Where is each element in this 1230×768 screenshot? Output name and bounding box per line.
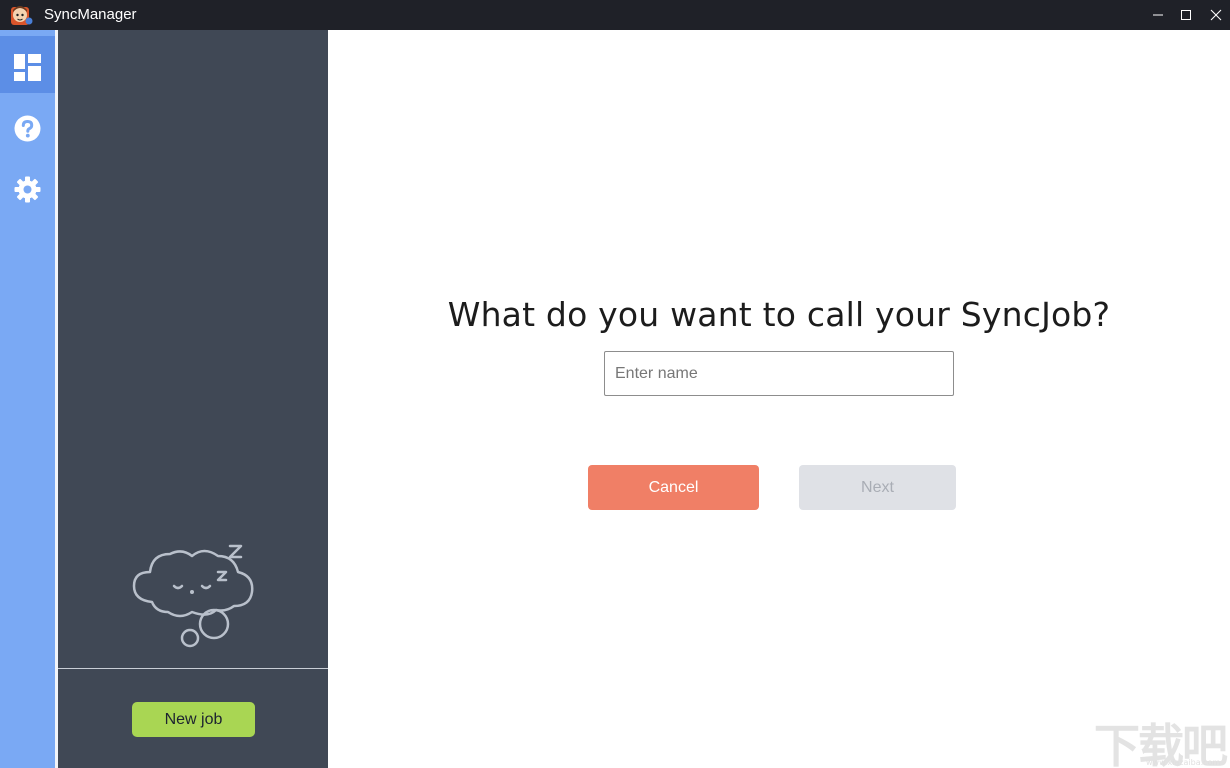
close-button[interactable]: [1193, 0, 1230, 30]
new-job-button[interactable]: New job: [132, 702, 255, 737]
dashboard-icon: [14, 54, 41, 81]
maximize-icon: [1181, 10, 1191, 20]
watermark-url: www.xiazaiba.com: [1146, 758, 1221, 767]
rail-item-help[interactable]: [0, 97, 55, 159]
rail-item-settings[interactable]: [0, 158, 55, 220]
app-avatar-icon: [9, 4, 33, 26]
job-name-input[interactable]: [604, 351, 954, 396]
cancel-button[interactable]: Cancel: [588, 465, 759, 510]
help-icon: [14, 115, 41, 142]
app-title: SyncManager: [44, 6, 137, 23]
job-name-prompt: What do you want to call your SyncJob?: [447, 295, 1111, 334]
title-bar: SyncManager: [0, 0, 1230, 30]
settings-icon: [14, 176, 41, 203]
next-button[interactable]: Next: [799, 465, 956, 510]
main-content: What do you want to call your SyncJob? C…: [328, 30, 1230, 768]
rail-item-dashboard[interactable]: [0, 36, 55, 93]
sidebar-divider: [58, 668, 328, 669]
sleeping-cloud-icon: [130, 540, 260, 650]
job-list-panel: New job: [58, 30, 328, 768]
close-icon: [1210, 9, 1222, 21]
